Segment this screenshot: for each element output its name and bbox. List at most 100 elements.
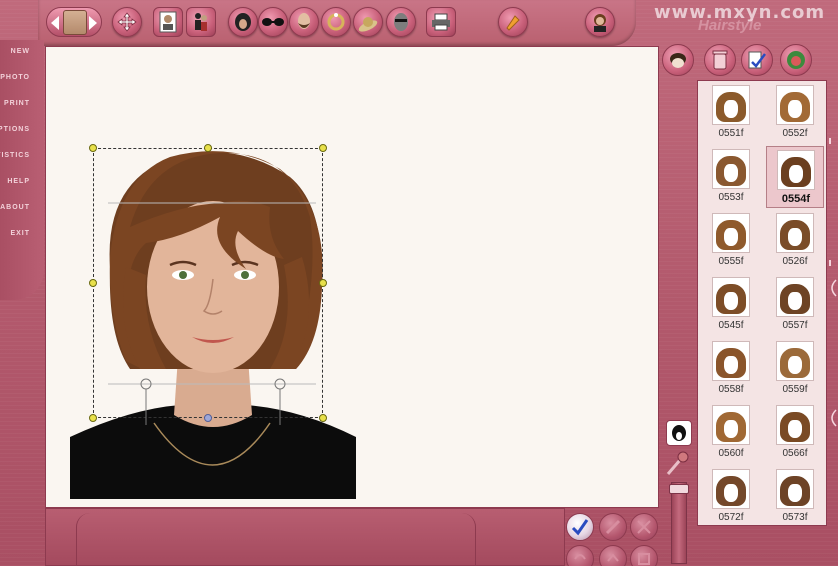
hairstyle-code: 0566f (782, 448, 808, 459)
alignment-guides (108, 202, 316, 425)
hairstyle-item[interactable]: 0573f (766, 466, 824, 525)
hairstyle-gallery[interactable]: 0551f 0552f 0553f 0554f 0555f 0526f 0545f 0557f… (697, 80, 827, 526)
hairstyle-code: 0573f (782, 512, 808, 523)
hat-category-button[interactable] (353, 7, 383, 37)
hairstyle-item[interactable]: 0555f (702, 210, 760, 272)
face-cutout (724, 100, 738, 118)
id-photo-button[interactable] (153, 7, 183, 37)
resize-handle-left[interactable] (89, 279, 97, 287)
resize-handle-top-right[interactable] (319, 144, 327, 152)
redo-icon (607, 553, 619, 562)
size-slider-track[interactable] (671, 482, 687, 564)
resize-handle-top-left[interactable] (89, 144, 97, 152)
print-button[interactable] (426, 7, 456, 37)
hairstyle-thumbnail (712, 213, 750, 253)
menu-photo[interactable]: PHOTO (0, 74, 44, 88)
color-brush-button[interactable] (498, 7, 528, 37)
reset-button[interactable] (630, 545, 658, 566)
face-cutout (789, 165, 803, 183)
menu-help[interactable]: HELP (0, 178, 44, 192)
hairstyle-thumbnail (712, 469, 750, 509)
previous-photo-icon[interactable] (51, 16, 59, 30)
hairstyle-item[interactable]: 0557f (766, 274, 824, 336)
edit-check-button[interactable] (741, 44, 773, 76)
jewelry-category-button[interactable] (321, 7, 351, 37)
face-cutout (724, 292, 738, 310)
apply-button[interactable] (566, 513, 594, 541)
hairstyle-thumbnail (776, 213, 814, 253)
hairstyle-thumbnail (712, 405, 750, 445)
hair-icon (235, 13, 251, 31)
brand-script: Hairstyle (698, 17, 762, 34)
slash-icon (605, 519, 621, 535)
beard-category-button[interactable] (289, 7, 319, 37)
left-menu: NEW PHOTO PRINT OPTIONS STATISTICS HELP … (0, 40, 44, 300)
hairstyle-code: 0557f (782, 320, 808, 331)
cancel-button[interactable] (599, 513, 627, 541)
bottom-info-area (76, 513, 476, 566)
flip-button[interactable] (630, 513, 658, 541)
current-hair-swatch[interactable] (666, 420, 692, 446)
color-palette-button[interactable] (780, 44, 812, 76)
hairstyle-thumbnail (776, 469, 814, 509)
glasses-category-button[interactable] (258, 7, 288, 37)
portrait-button[interactable] (585, 7, 615, 37)
hairstyle-item[interactable]: 0553f (702, 146, 760, 208)
hair-swatch-icon (672, 425, 686, 441)
hairstyle-item[interactable]: 0559f (766, 338, 824, 400)
face-cutout (724, 420, 738, 438)
hairstyle-thumbnail (776, 85, 814, 125)
size-slider-knob[interactable] (669, 484, 689, 494)
people-button[interactable] (186, 7, 216, 37)
hairstyle-item[interactable]: 0558f (702, 338, 760, 400)
undo-icon (574, 554, 586, 560)
hairstyle-item[interactable]: 0560f (702, 402, 760, 464)
hairstyle-item[interactable]: 0572f (702, 466, 760, 525)
hairstyle-item[interactable]: 0552f (766, 82, 824, 144)
photo-canvas[interactable] (45, 46, 659, 508)
people-icon (195, 13, 207, 31)
menu-exit[interactable]: EXIT (0, 230, 44, 244)
menu-new[interactable]: NEW (0, 48, 44, 62)
undo-button[interactable] (566, 545, 594, 566)
face-cutout (788, 228, 802, 246)
hairstyle-item[interactable]: 0526f (766, 210, 824, 272)
hair-category-button[interactable] (228, 7, 258, 37)
flip-icon (637, 520, 651, 534)
print-icon (432, 13, 450, 31)
hair-library-button[interactable] (662, 44, 694, 76)
jewelry-icon (327, 13, 345, 31)
trash-button[interactable] (704, 44, 736, 76)
hairstyle-item[interactable]: 0551f (702, 82, 760, 144)
hair-library-icon (670, 53, 686, 68)
resize-handle-bottom-left[interactable] (89, 414, 97, 422)
mask-category-button[interactable] (386, 7, 416, 37)
hairstyle-code: 0572f (718, 512, 744, 523)
menu-print[interactable]: PRINT (0, 100, 44, 114)
face-cutout (724, 228, 738, 246)
resize-handle-top[interactable] (204, 144, 212, 152)
move-tool-button[interactable] (112, 7, 142, 37)
color-brush-icon (506, 15, 520, 31)
hairstyle-thumbnail (712, 85, 750, 125)
photo-navigator[interactable] (46, 7, 102, 37)
hairstyle-code: 0554f (781, 193, 811, 205)
pipette-tool[interactable] (664, 450, 692, 476)
hairstyle-item[interactable]: 0566f (766, 402, 824, 464)
next-photo-icon[interactable] (89, 16, 97, 30)
hairstyle-code: 0559f (782, 384, 808, 395)
face-cutout (788, 420, 802, 438)
menu-about[interactable]: ABOUT (0, 204, 44, 218)
menu-statistics[interactable]: STATISTICS (0, 152, 44, 166)
hairstyle-code: 0553f (718, 192, 744, 203)
redo-button[interactable] (599, 545, 627, 566)
menu-options[interactable]: OPTIONS (0, 126, 44, 140)
gallery-scrollbar[interactable] (826, 80, 838, 526)
hairstyle-code: 0545f (718, 320, 744, 331)
hairstyle-item[interactable]: 0545f (702, 274, 760, 336)
hairstyle-code: 0555f (718, 256, 744, 267)
glasses-icon (262, 18, 284, 26)
palette-icon (787, 51, 805, 69)
hairstyle-item[interactable]: 0554f (766, 146, 824, 208)
reset-icon (638, 553, 650, 565)
